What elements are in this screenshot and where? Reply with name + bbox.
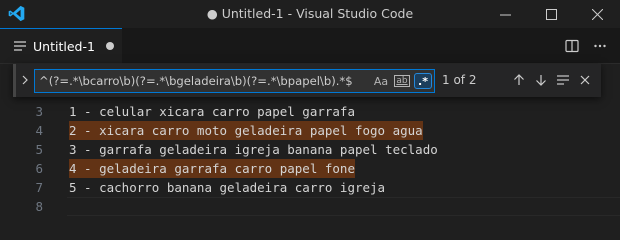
line-number: 4 — [35, 123, 43, 138]
code-line[interactable]: 1 - celular xicara carro papel garrafa — [69, 102, 355, 121]
find-widget: ^(?=.*\bcarro\b)(?=.*\bgeladeira\b)(?=.*… — [13, 64, 601, 97]
arrow-down-icon — [536, 75, 546, 86]
maximize-button[interactable] — [528, 0, 574, 28]
maximize-icon — [545, 8, 557, 20]
more-actions-button[interactable] — [586, 32, 614, 60]
match-case-toggle[interactable]: Aa — [372, 73, 390, 89]
previous-match-button[interactable] — [511, 72, 527, 88]
close-find-button[interactable] — [577, 72, 593, 88]
tab-bar: Untitled-1 — [0, 28, 620, 64]
tab-label: Untitled-1 — [33, 38, 95, 54]
line-number: 6 — [35, 161, 43, 176]
code-line[interactable]: 5 - cachorro banana geladeira carro igre… — [69, 178, 385, 197]
find-query-text: ^(?=.*\bcarro\b)(?=.*\bgeladeira\b)(?=.*… — [39, 74, 353, 88]
toggle-replace-button[interactable] — [17, 72, 33, 88]
current-line-highlight — [67, 197, 620, 216]
window-controls — [482, 0, 620, 28]
minimize-button[interactable] — [482, 0, 528, 28]
ellipsis-icon — [594, 44, 606, 47]
line-number: 5 — [35, 142, 43, 157]
match-count: 1 of 2 — [442, 73, 477, 87]
minimize-icon — [499, 14, 511, 15]
find-in-selection-button[interactable] — [555, 72, 571, 88]
arrow-up-icon — [514, 74, 524, 85]
menu-lines-icon — [14, 41, 26, 51]
editor-actions — [558, 28, 614, 63]
split-editor-icon — [565, 39, 579, 52]
whole-word-label: ab — [394, 75, 410, 87]
close-icon — [591, 8, 603, 20]
close-icon — [580, 75, 590, 85]
title-bar: ● Untitled-1 - Visual Studio Code — [0, 0, 620, 28]
unsaved-dot-icon[interactable] — [105, 42, 114, 50]
code-line-match[interactable]: 2 - xicara carro moto geladeira papel fo… — [69, 121, 423, 140]
code-line[interactable]: 3 - garrafa geladeira igreja banana pape… — [69, 140, 438, 159]
find-input[interactable]: ^(?=.*\bcarro\b)(?=.*\bgeladeira\b)(?=.*… — [34, 69, 435, 93]
tab-untitled-1[interactable]: Untitled-1 — [0, 28, 122, 63]
whole-word-toggle[interactable]: ab — [393, 73, 411, 89]
line-number: 7 — [35, 180, 43, 195]
next-match-button[interactable] — [533, 72, 549, 88]
chevron-right-icon — [22, 75, 28, 85]
code-line-match[interactable]: 4 - geladeira garrafa carro papel fone — [69, 159, 355, 178]
selection-lines-icon — [557, 75, 569, 85]
split-editor-button[interactable] — [558, 32, 586, 60]
line-number: 3 — [35, 104, 43, 119]
line-number: 8 — [35, 199, 43, 214]
regex-toggle[interactable]: .* — [414, 73, 432, 89]
close-window-button[interactable] — [574, 0, 620, 28]
